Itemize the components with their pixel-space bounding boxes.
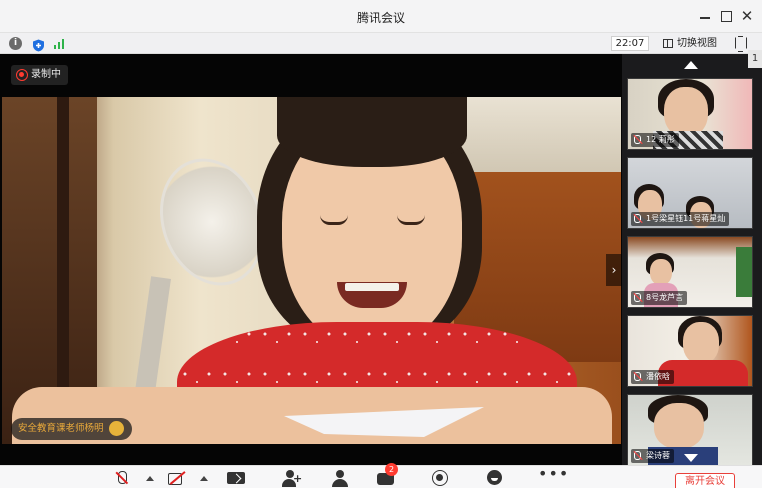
mic-muted-icon bbox=[634, 372, 641, 381]
invite-button[interactable] bbox=[282, 470, 302, 487]
recording-badge: 录制中 bbox=[11, 65, 68, 85]
grid-icon bbox=[663, 39, 673, 48]
audio-options-caret[interactable] bbox=[146, 476, 154, 481]
participant-name: 12 莉彤 bbox=[631, 133, 679, 147]
active-speaker-tag: 安全教育课老师杨明 bbox=[11, 418, 132, 440]
title-bar: 腾讯会议 ✕ bbox=[0, 0, 762, 33]
chat-unread-badge: 2 bbox=[385, 463, 398, 476]
video-options-caret[interactable] bbox=[200, 476, 208, 481]
participant-tile[interactable]: 1号梁星钰11号蒋星灿 bbox=[627, 157, 753, 229]
recording-label: 录制中 bbox=[31, 69, 61, 80]
close-icon[interactable]: ✕ bbox=[739, 8, 755, 24]
leave-meeting-button[interactable]: 离开会议 bbox=[675, 473, 735, 488]
switch-view-label: 切换视图 bbox=[677, 38, 717, 49]
main-video-stage: 录制中 › 安全教育课老师杨明 bbox=[0, 54, 622, 465]
info-icon[interactable]: i bbox=[9, 37, 22, 50]
panel-edge-tab[interactable]: 1 bbox=[748, 50, 762, 68]
speaker-name: 安全教育课老师杨明 bbox=[18, 423, 104, 434]
switch-view-button[interactable]: 切换视图 bbox=[661, 36, 717, 51]
status-bar: i 22:07 切换视图 bbox=[0, 33, 762, 54]
meeting-clock: 22:07 bbox=[611, 36, 649, 51]
record-icon bbox=[16, 69, 28, 81]
shield-icon[interactable] bbox=[32, 37, 45, 52]
signal-icon[interactable] bbox=[54, 37, 67, 50]
mic-muted-icon bbox=[634, 214, 641, 223]
main-video-feed[interactable] bbox=[2, 97, 621, 444]
collapse-panel-button[interactable]: › bbox=[606, 254, 622, 286]
participant-name: 1号梁星钰11号蒋星灿 bbox=[631, 212, 730, 226]
participant-name: 潘依晗 bbox=[631, 370, 674, 384]
share-screen-button[interactable] bbox=[226, 470, 246, 486]
minimize-icon[interactable] bbox=[697, 8, 713, 24]
fullscreen-icon[interactable] bbox=[735, 36, 747, 52]
participant-name: 梁诗蓉 bbox=[631, 449, 674, 463]
participant-name: 8号龙芦言 bbox=[631, 291, 688, 305]
mute-button[interactable] bbox=[112, 470, 132, 486]
participant-tile[interactable]: 12 莉彤 bbox=[627, 78, 753, 150]
participant-panel: 12 莉彤 1号梁星钰11号蒋星灿 8号龙芦言 潘依晗 梁诗蓉 bbox=[622, 54, 762, 466]
window-title: 腾讯会议 bbox=[356, 11, 405, 25]
more-button[interactable]: ••• bbox=[538, 466, 568, 486]
participant-tile[interactable]: 8号龙芦言 bbox=[627, 236, 753, 308]
mic-muted-icon bbox=[634, 135, 641, 144]
mic-muted-icon bbox=[634, 293, 641, 302]
reaction-button[interactable] bbox=[485, 470, 505, 486]
scroll-up-icon[interactable] bbox=[684, 61, 698, 69]
record-button[interactable] bbox=[430, 470, 450, 486]
camera-button[interactable] bbox=[167, 470, 187, 486]
mic-muted-icon bbox=[634, 451, 641, 460]
participant-tile[interactable]: 潘依晗 bbox=[627, 315, 753, 387]
clap-icon bbox=[108, 421, 124, 436]
maximize-icon[interactable] bbox=[718, 8, 734, 24]
meeting-toolbar: 2 ••• 离开会议 bbox=[0, 463, 762, 488]
scroll-down-icon[interactable] bbox=[684, 454, 698, 462]
members-button[interactable] bbox=[330, 470, 350, 487]
